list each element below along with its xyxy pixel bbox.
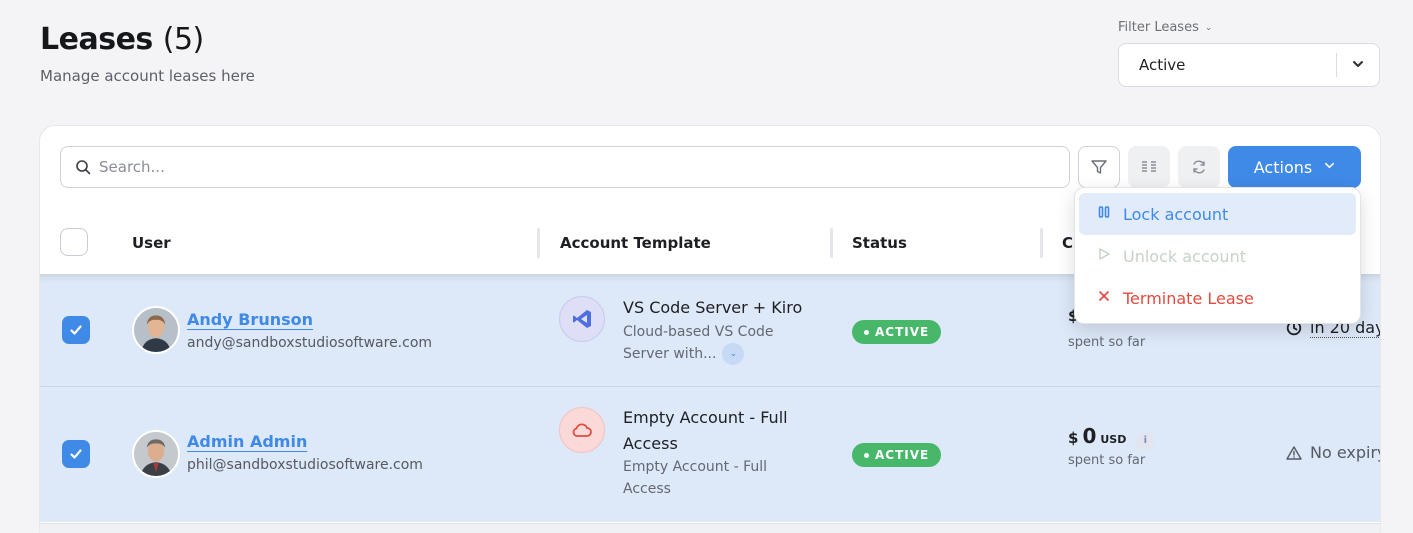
column-resize-handle[interactable]: [537, 228, 540, 258]
user-name-link[interactable]: Andy Brunson: [187, 310, 313, 329]
expand-description-button[interactable]: ⌄: [722, 343, 745, 365]
status-badge-text: ACTIVE: [875, 448, 930, 462]
refresh-icon: [1193, 160, 1205, 174]
status-badge: ACTIVE: [852, 443, 942, 467]
template-description: Empty Account - Full Access: [623, 459, 768, 497]
search-icon: [76, 160, 91, 175]
template-title: VS Code Server + Kiro: [623, 298, 803, 317]
page-title: Leases (5): [40, 22, 255, 57]
cost-currency-symbol: $: [1068, 429, 1079, 447]
filter-button[interactable]: [1078, 146, 1120, 188]
actions-button[interactable]: Actions: [1228, 146, 1361, 188]
template-description-text: Cloud-based VS Code Server with...: [623, 324, 774, 362]
column-header-user[interactable]: User: [132, 212, 171, 274]
info-icon[interactable]: i: [1136, 431, 1155, 450]
menu-item-unlock-account[interactable]: Unlock account: [1079, 235, 1356, 277]
lock-icon: [1097, 205, 1111, 223]
menu-item-label: Terminate Lease: [1123, 288, 1254, 308]
table-row[interactable]: Admin Admin phil@sandboxstudiosoftware.c…: [40, 387, 1381, 522]
cloud-icon: [572, 423, 592, 437]
menu-item-lock-account[interactable]: Lock account: [1079, 193, 1356, 235]
status-dot-icon: [864, 329, 869, 335]
columns-icon: [1142, 161, 1156, 172]
template-icon: [559, 296, 605, 342]
refresh-button[interactable]: [1178, 146, 1220, 188]
status-badge: ACTIVE: [852, 320, 942, 344]
columns-button[interactable]: [1128, 146, 1170, 188]
funnel-icon: [1091, 160, 1107, 174]
user-name-link[interactable]: Admin Admin: [187, 432, 307, 451]
search-box[interactable]: [60, 146, 1070, 188]
check-icon: [70, 325, 82, 335]
cost-caption: spent so far: [1068, 335, 1146, 350]
filter-leases-label[interactable]: Filter Leases ⌄: [1118, 20, 1380, 35]
filter-leases-label-text: Filter Leases: [1118, 20, 1199, 35]
column-resize-handle[interactable]: [830, 228, 833, 258]
template-description: Cloud-based VS Code Server with... ⌄: [623, 321, 803, 365]
user-avatar-icon: [134, 432, 178, 476]
chevron-down-icon[interactable]: [1337, 58, 1379, 73]
user-email: andy@sandboxstudiosoftware.com: [187, 335, 433, 351]
menu-item-label: Unlock account: [1123, 246, 1246, 266]
avatar: [132, 430, 180, 478]
column-resize-handle[interactable]: [1040, 228, 1043, 258]
cost-amount: 0: [1082, 424, 1097, 448]
actions-button-label: Actions: [1253, 157, 1313, 177]
expiry: No expiry: [1286, 443, 1381, 462]
menu-item-label: Lock account: [1123, 204, 1229, 224]
cost-value: $ 0 USD i: [1068, 424, 1155, 450]
column-header-cost[interactable]: C: [1062, 212, 1073, 274]
chevron-down-icon: [1324, 160, 1335, 174]
search-input[interactable]: [99, 158, 999, 176]
template-icon: [559, 407, 605, 453]
avatar: [132, 306, 180, 354]
table-row[interactable]: [40, 523, 1380, 533]
cost-caption: spent so far: [1068, 453, 1146, 468]
row-checkbox[interactable]: [62, 316, 90, 344]
page-title-text: Leases: [40, 22, 153, 57]
column-header-account-template[interactable]: Account Template: [560, 212, 711, 274]
close-icon: [1097, 289, 1111, 307]
user-avatar-icon: [134, 308, 178, 352]
page-subtitle: Manage account leases here: [40, 67, 255, 85]
chevron-down-icon: ⌄: [1204, 22, 1213, 33]
filter-select-value: Active: [1139, 56, 1186, 74]
play-icon: [1097, 247, 1111, 265]
column-header-status[interactable]: Status: [852, 212, 907, 274]
actions-menu: Lock account Unlock account Terminate Le…: [1074, 187, 1361, 324]
status-badge-text: ACTIVE: [875, 325, 930, 339]
filter-select[interactable]: Active: [1118, 43, 1380, 87]
expiry-text: No expiry: [1310, 443, 1381, 462]
select-all-checkbox[interactable]: [60, 228, 88, 256]
cost-currency: USD: [1100, 433, 1127, 446]
row-checkbox[interactable]: [62, 440, 90, 468]
check-icon: [70, 449, 82, 459]
menu-item-terminate-lease[interactable]: Terminate Lease: [1079, 277, 1356, 319]
lease-count: (5): [162, 22, 205, 57]
template-title: Empty Account - Full Access: [623, 408, 788, 453]
warning-icon: [1286, 445, 1302, 460]
status-dot-icon: [864, 452, 869, 458]
page-header: Leases (5) Manage account leases here: [40, 22, 255, 85]
filter-leases: Filter Leases ⌄ Active: [1118, 20, 1380, 87]
vscode-icon: [573, 310, 591, 328]
user-email: phil@sandboxstudiosoftware.com: [187, 457, 423, 473]
